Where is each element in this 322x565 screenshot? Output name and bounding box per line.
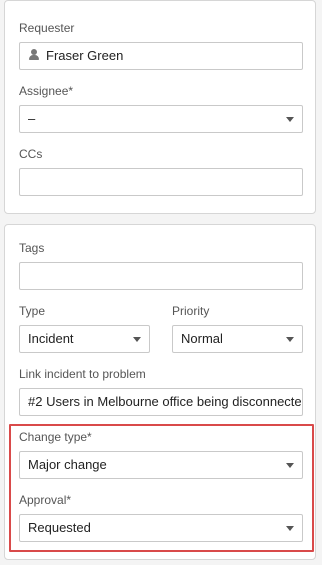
requester-value: Fraser Green [46, 48, 124, 63]
tags-input[interactable] [19, 262, 303, 290]
assignee-select[interactable]: – [19, 105, 303, 133]
ccs-label: CCs [19, 147, 43, 161]
person-icon [28, 49, 40, 61]
chevron-down-icon [286, 117, 294, 122]
priority-label: Priority [172, 304, 210, 318]
people-panel: Requester Fraser Green Assignee* – CCs [4, 0, 316, 214]
priority-value: Normal [181, 331, 223, 346]
requester-field[interactable]: Fraser Green [19, 42, 303, 70]
link-problem-label: Link incident to problem [19, 367, 146, 381]
chevron-down-icon [286, 337, 294, 342]
highlight-box [9, 424, 314, 552]
type-label: Type [19, 304, 46, 318]
requester-label: Requester [19, 21, 75, 35]
assignee-label: Assignee* [19, 84, 74, 98]
link-problem-field[interactable]: #2 Users in Melbourne office being disco… [19, 388, 303, 416]
chevron-down-icon [133, 337, 141, 342]
ccs-input[interactable] [19, 168, 303, 196]
tags-label: Tags [19, 241, 45, 255]
assignee-value: – [28, 111, 36, 126]
priority-select[interactable]: Normal [172, 325, 303, 353]
type-select[interactable]: Incident [19, 325, 150, 353]
type-value: Incident [28, 331, 74, 346]
